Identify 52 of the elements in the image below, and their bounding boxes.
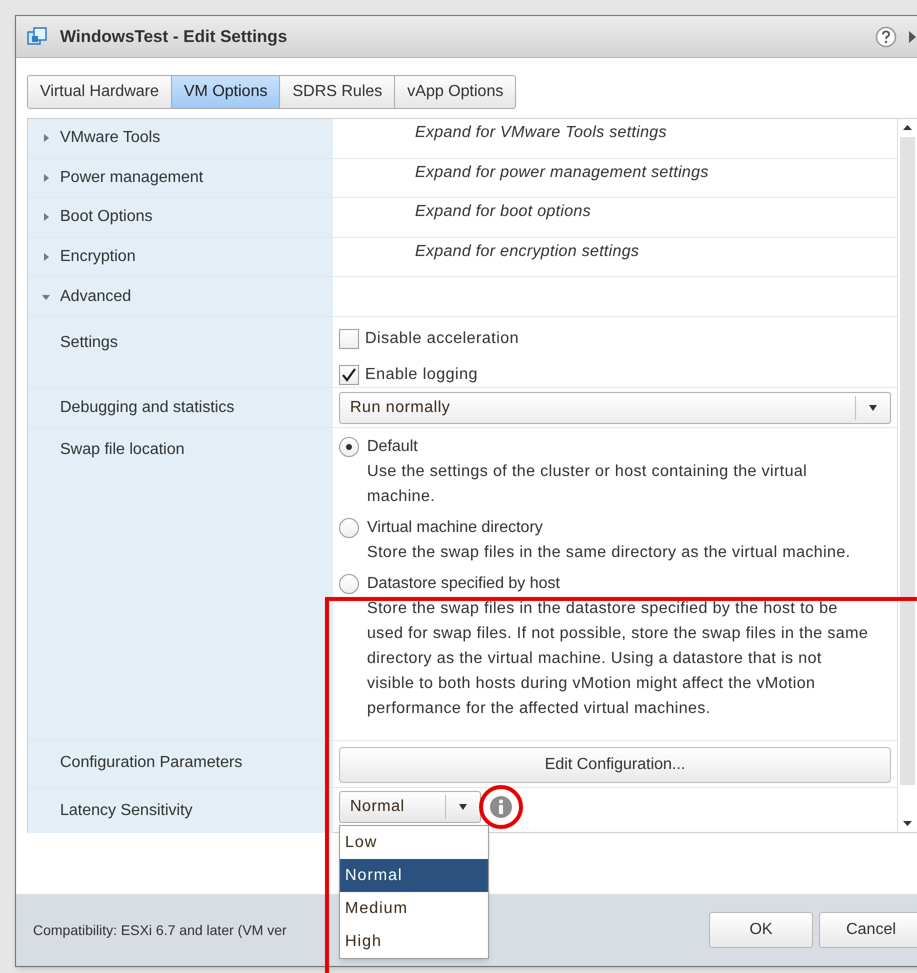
section-label[interactable]: Advanced (60, 284, 132, 308)
section-hint: Expand for encryption settings (414, 242, 640, 262)
radio-label: Default (367, 437, 419, 457)
checkbox-label: Enable logging (365, 365, 478, 385)
caret-down-icon[interactable] (42, 292, 50, 300)
latency-label: Latency Sensitivity (60, 800, 193, 820)
tab[interactable]: SDRS Rules (279, 75, 396, 109)
checkbox[interactable] (339, 329, 359, 349)
dropdown[interactable]: Run normally (339, 392, 891, 424)
window-title: WindowsTest - Edit Settings (60, 26, 288, 48)
tab[interactable]: VM Options (170, 75, 280, 109)
config-label: Configuration Parameters (59, 753, 242, 773)
caret-right-icon[interactable] (42, 252, 50, 261)
dropdown[interactable]: Normal (339, 791, 481, 823)
debugging-label: Debugging and statistics (59, 398, 234, 418)
section-hint: Expand for boot options (414, 202, 592, 222)
dropdown-option[interactable]: Medium (340, 892, 488, 925)
radio-description: Store the swap files in the same directory as the virtual machine. (367, 543, 851, 563)
radio-button[interactable] (339, 574, 359, 594)
section-hint: Expand for VMware Tools settings (414, 123, 668, 143)
virtual-machine-icon (26, 26, 48, 48)
dialog-button[interactable]: OK (709, 912, 813, 948)
radio-button[interactable] (339, 518, 359, 538)
highlight-circle (477, 783, 525, 831)
caret-right-icon[interactable] (42, 213, 50, 222)
help-icon[interactable] (875, 26, 897, 48)
compatibility-text: Compatibility: ESXi 6.7 and later (VM ver (33, 920, 287, 940)
caret-right-icon[interactable] (42, 174, 50, 182)
radio-description: Use the settings of the cluster or host containing the virtual machine. (367, 462, 808, 507)
dropdown-option[interactable]: Normal (340, 859, 488, 892)
scrollbar[interactable] (897, 119, 917, 832)
tab[interactable]: Virtual Hardware (27, 75, 172, 109)
caret-down-icon (868, 405, 878, 411)
checkbox-label: Disable acceleration (365, 329, 520, 349)
section-hint: Expand for power management settings (414, 162, 710, 182)
info-icon[interactable] (489, 795, 513, 819)
dialog-button[interactable]: Cancel (819, 912, 917, 948)
swap-label: Swap file location (59, 440, 185, 460)
tab[interactable]: vApp Options (394, 75, 516, 109)
dropdown-option[interactable]: Low (340, 826, 488, 859)
section-label[interactable]: Boot Options (60, 205, 152, 230)
radio-button[interactable] (339, 437, 359, 457)
checkbox[interactable] (339, 365, 359, 385)
section-label[interactable]: Encryption (60, 244, 136, 269)
dropdown-option[interactable]: High (340, 925, 488, 958)
caret-right-icon[interactable] (42, 134, 50, 142)
settings-label: Settings (59, 333, 118, 353)
radio-description: Store the swap files in the datastore specified by the host to be used for swap files. If not possible, store the swap files in the same directory as the virtual machine. Using a datastore that is not visible to both hosts during vMotion might affect the vMotion performance for the affected virtual machines. (367, 599, 870, 719)
radio-label: Datastore specified by host (367, 574, 561, 594)
edit-configuration-button[interactable]: Edit Configuration... (339, 747, 891, 783)
radio-label: Virtual machine directory (367, 518, 544, 538)
caret-down-icon (458, 804, 468, 810)
